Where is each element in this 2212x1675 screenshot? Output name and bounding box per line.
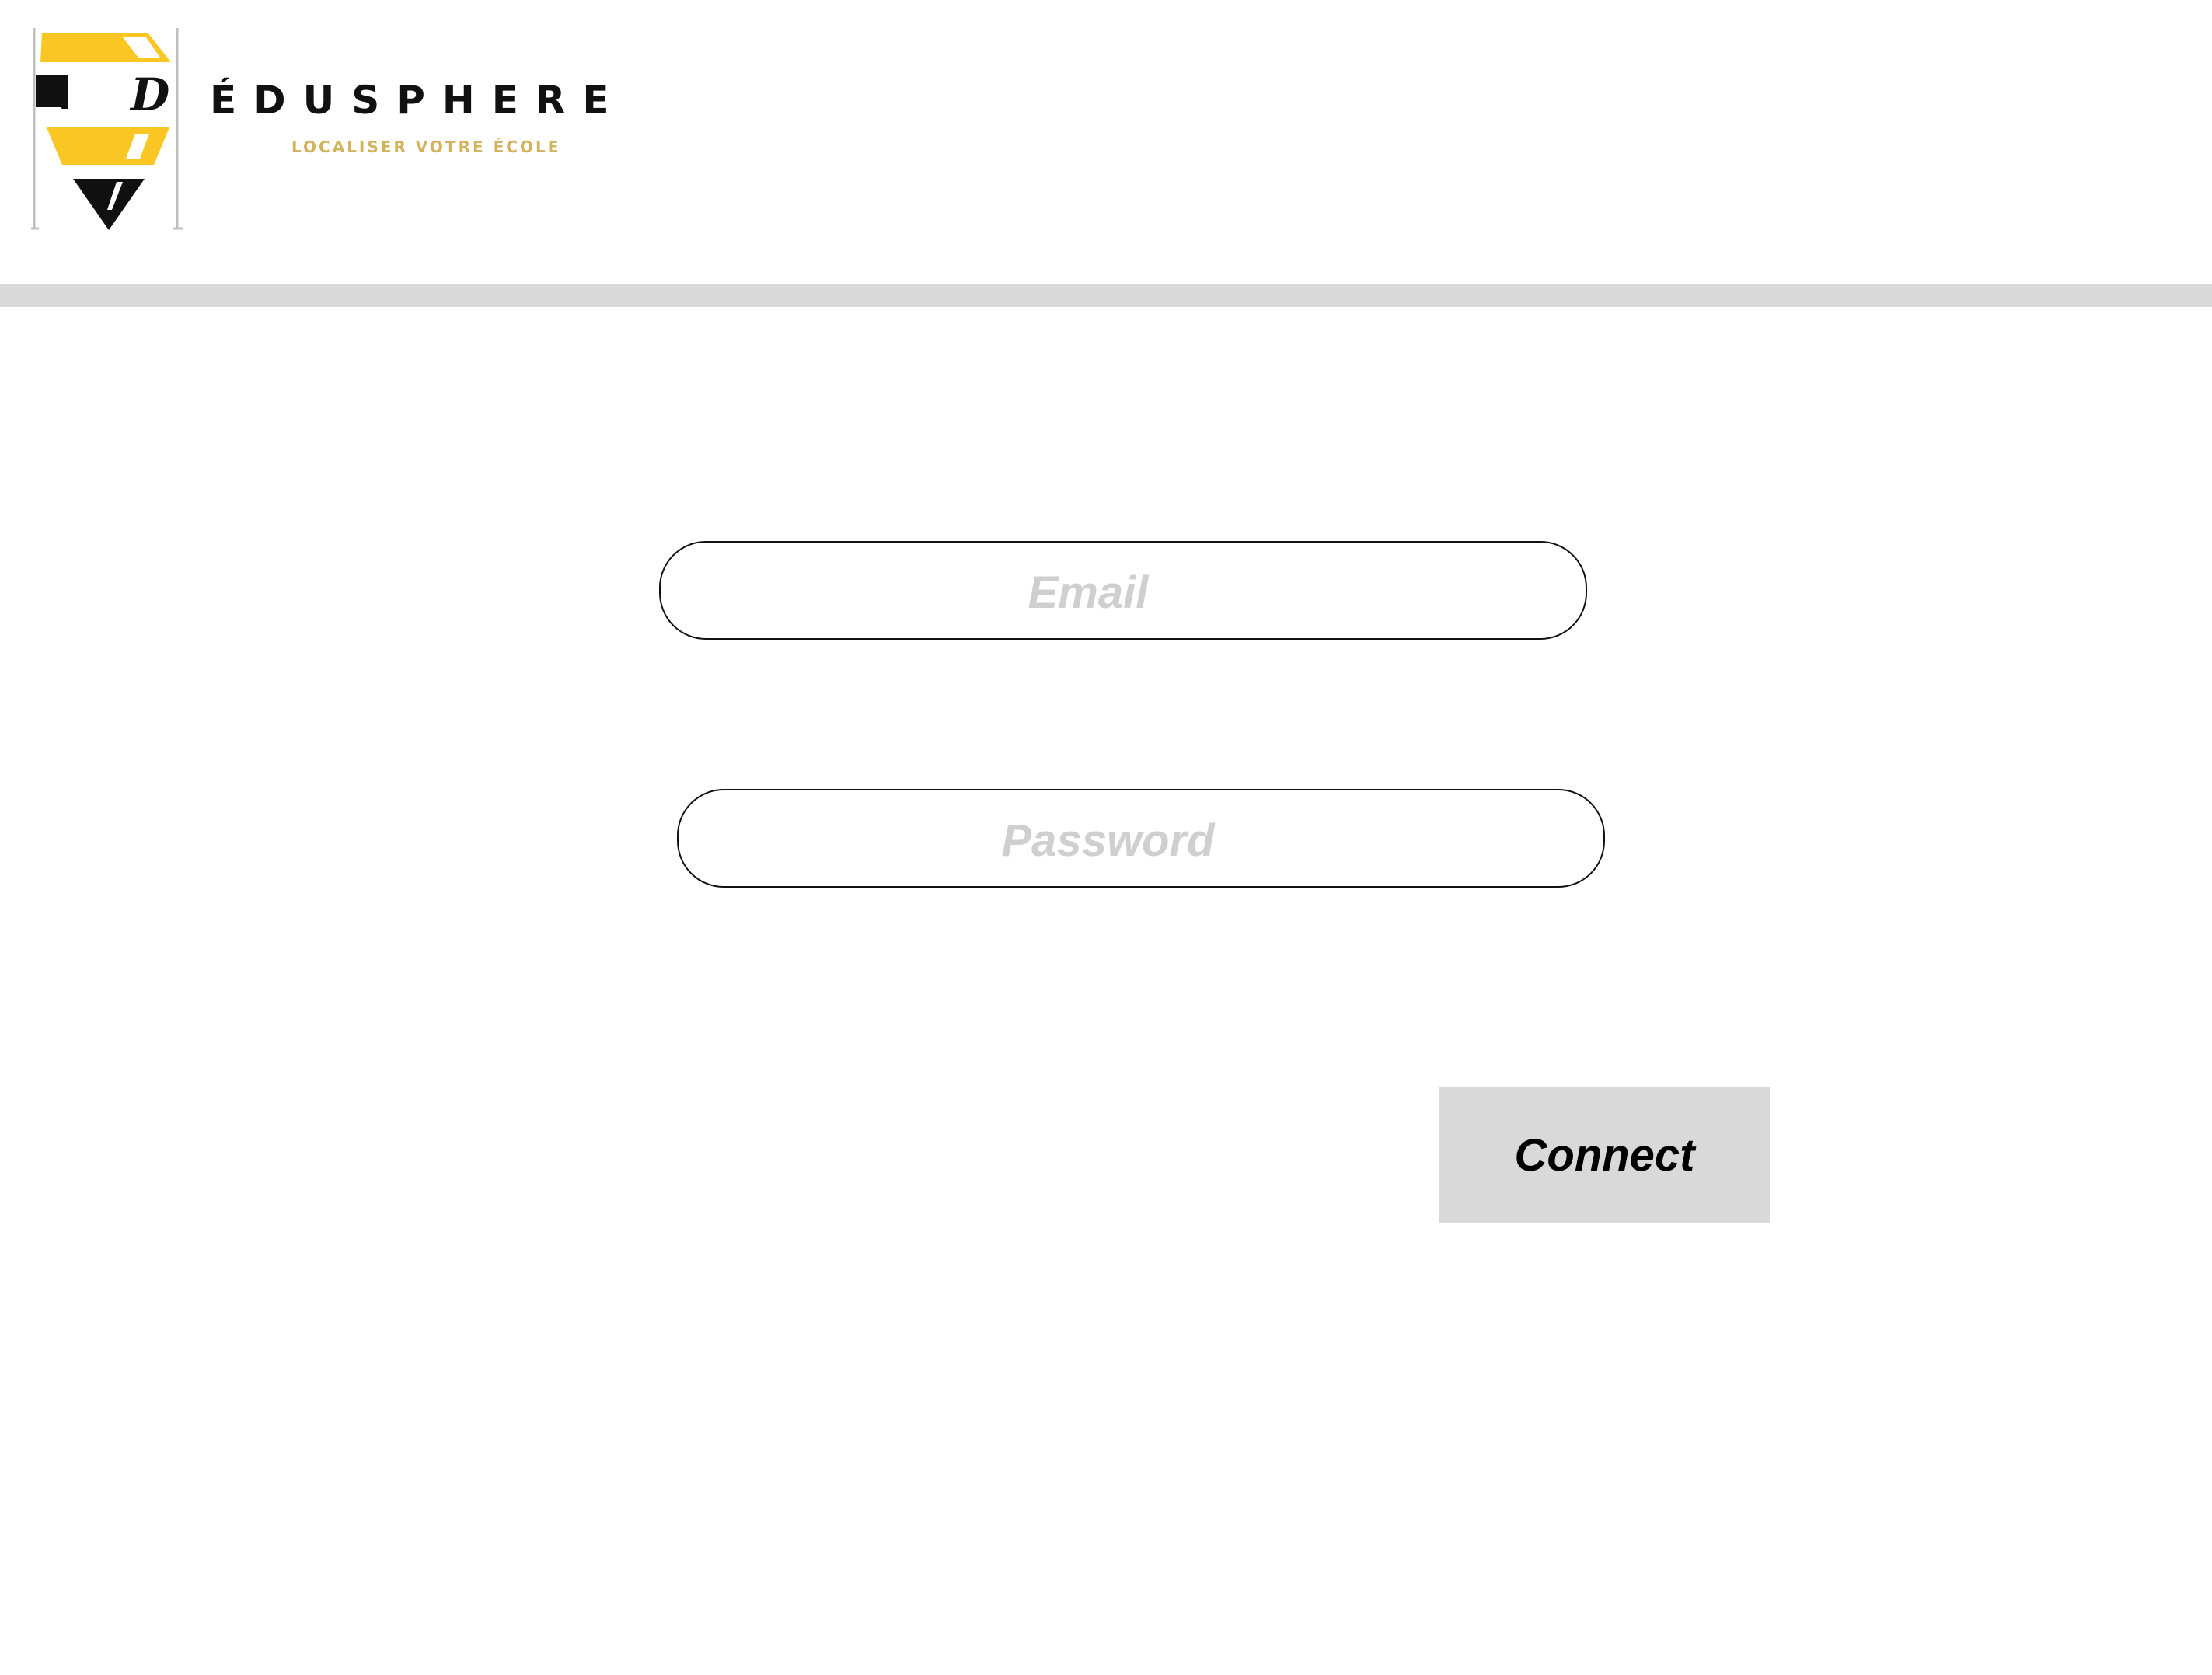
connect-button[interactable]: Connect <box>1439 1087 1770 1223</box>
svg-text:D: D <box>129 68 169 121</box>
brand-name: ÉDUSPHERE <box>210 78 626 123</box>
email-field-container <box>659 541 1587 640</box>
password-field-container <box>677 789 1605 888</box>
email-input[interactable] <box>661 543 1586 638</box>
brand-tagline: LOCALISER VOTRE ÉCOLE <box>291 138 561 156</box>
header: D ÉDUSPHERE LOCALISER VOTRE ÉCOLE <box>0 0 2212 284</box>
logo-icon: D <box>31 26 183 232</box>
password-input[interactable] <box>679 790 1603 886</box>
header-divider <box>0 284 2212 307</box>
